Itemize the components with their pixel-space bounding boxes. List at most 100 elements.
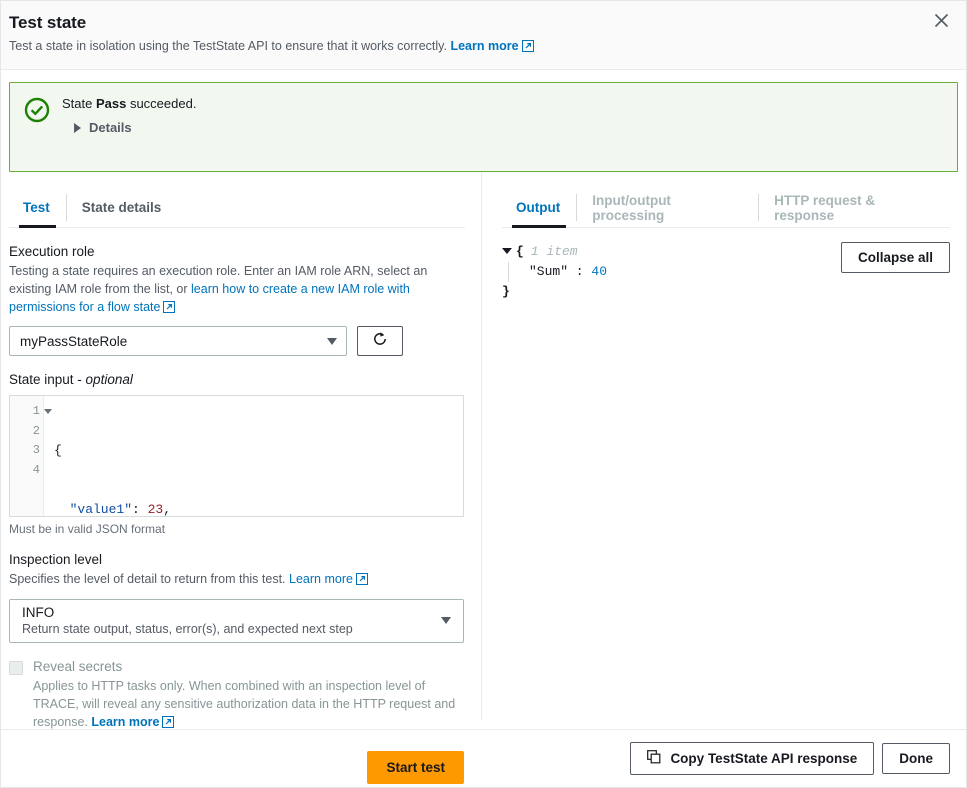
start-test-row: Start test — [9, 751, 464, 784]
gutter-line: 1 — [10, 402, 43, 422]
copy-testsate-api-response-button[interactable]: Copy TestState API response — [630, 742, 874, 775]
output-content: { 1 item "Sum" : 40 } Collapse all — [502, 242, 950, 302]
external-link-icon — [356, 572, 368, 590]
inspection-level-selected: INFO Return state output, status, error(… — [22, 605, 353, 636]
gutter-line: 2 — [10, 422, 43, 442]
code-line: { — [54, 441, 463, 461]
details-expander[interactable]: Details — [74, 120, 196, 135]
header-subtitle: Test a state in isolation using the Test… — [9, 39, 950, 55]
inspection-level-select[interactable]: INFO Return state output, status, error(… — [9, 599, 464, 643]
state-input-field: State input - optional 1 2 3 4 { "value1… — [9, 372, 465, 536]
reveal-secrets-checkbox[interactable] — [9, 661, 23, 675]
editor-gutter: 1 2 3 4 — [10, 396, 44, 516]
gutter-line-number: 2 — [33, 424, 40, 438]
header-learn-more-link[interactable]: Learn more — [450, 39, 518, 53]
json-item-count: 1 item — [531, 242, 578, 262]
tab-http-request-response[interactable]: HTTP request & response — [758, 188, 950, 227]
page-title: Test state — [9, 13, 950, 33]
inspection-level-selected-description: Return state output, status, error(s), a… — [22, 622, 353, 636]
external-link-icon — [522, 40, 534, 55]
test-state-modal: Test state Test a state in isolation usi… — [0, 0, 967, 788]
status-message-prefix: State — [62, 96, 96, 111]
inspection-level-description: Specifies the level of detail to return … — [9, 570, 465, 590]
code-token: "value1" — [54, 502, 132, 517]
state-input-label: State input - optional — [9, 372, 465, 387]
state-input-optional-tag: optional — [86, 372, 133, 387]
content-columns: Test State details Execution role Testin… — [1, 172, 966, 720]
editor-code-area[interactable]: { "value1": 23, "value2": 17 } — [44, 396, 463, 516]
success-circle-check-icon — [24, 96, 50, 157]
collapse-all-wrap: Collapse all — [841, 242, 950, 302]
done-button[interactable]: Done — [882, 743, 950, 774]
inspection-level-learn-more-link[interactable]: Learn more — [289, 572, 353, 586]
reveal-secrets-description: Applies to HTTP tasks only. When combine… — [33, 677, 463, 733]
execution-role-select[interactable]: myPassStateRole — [9, 326, 347, 356]
external-link-icon — [163, 300, 175, 318]
copy-icon — [647, 750, 661, 767]
state-input-editor[interactable]: 1 2 3 4 { "value1": 23, "value2": 17 } — [9, 395, 464, 517]
tab-state-details-label: State details — [82, 200, 162, 215]
output-json-tree: { 1 item "Sum" : 40 } — [502, 242, 607, 302]
tab-state-details[interactable]: State details — [66, 188, 178, 227]
json-open-brace: { — [516, 242, 524, 262]
code-token: 23 — [148, 502, 164, 517]
inspection-level-description-text: Specifies the level of detail to return … — [9, 572, 286, 586]
fold-arrow-icon[interactable] — [44, 409, 52, 414]
details-expander-label: Details — [89, 120, 132, 135]
chevron-down-icon — [441, 617, 451, 624]
tab-test[interactable]: Test — [9, 188, 66, 227]
reveal-secrets-learn-more-link[interactable]: Learn more — [91, 715, 159, 729]
copy-button-label: Copy TestState API response — [670, 751, 857, 766]
collapse-all-button[interactable]: Collapse all — [841, 242, 950, 273]
refresh-icon — [372, 331, 388, 352]
right-tab-bar: Output Input/output processing HTTP requ… — [502, 188, 950, 228]
tab-input-output-processing[interactable]: Input/output processing — [576, 188, 758, 227]
json-entry-key: "Sum" — [529, 264, 568, 279]
execution-role-description: Testing a state requires an execution ro… — [9, 262, 465, 318]
tab-test-label: Test — [23, 200, 50, 215]
start-test-button[interactable]: Start test — [367, 751, 464, 784]
inspection-level-label: Inspection level — [9, 552, 465, 567]
gutter-line: 3 — [10, 441, 43, 461]
tab-input-output-processing-label: Input/output processing — [592, 193, 742, 223]
close-icon — [934, 13, 949, 31]
reveal-secrets-field: Reveal secrets Applies to HTTP tasks onl… — [9, 659, 465, 733]
status-message-suffix: succeeded. — [126, 96, 196, 111]
code-token: , — [163, 502, 171, 517]
status-banner-message: State Pass succeeded. — [62, 96, 196, 111]
reveal-secrets-label: Reveal secrets — [33, 659, 463, 674]
gutter-line-number: 3 — [33, 443, 40, 457]
json-root-row: { 1 item — [502, 242, 607, 262]
execution-role-controls: myPassStateRole — [9, 326, 465, 356]
code-token: { — [54, 443, 62, 458]
status-banner-content: State Pass succeeded. Details — [62, 96, 196, 157]
code-line: "value1": 23, — [54, 500, 463, 518]
inspection-level-selected-value: INFO — [22, 605, 353, 620]
modal-header: Test state Test a state in isolation usi… — [1, 1, 966, 70]
json-close-brace: } — [502, 282, 607, 302]
execution-role-field: Execution role Testing a state requires … — [9, 244, 465, 356]
tab-http-request-response-label: HTTP request & response — [774, 193, 934, 223]
refresh-roles-button[interactable] — [357, 326, 403, 356]
left-panel: Test State details Execution role Testin… — [1, 172, 481, 720]
left-tab-bar: Test State details — [9, 188, 465, 228]
gutter-line-number: 4 — [33, 463, 40, 477]
collapse-triangle-icon[interactable] — [502, 248, 512, 254]
tab-output[interactable]: Output — [502, 188, 576, 227]
json-entry-separator: : — [568, 264, 591, 279]
tab-output-label: Output — [516, 200, 560, 215]
status-message-state-name: Pass — [96, 96, 126, 111]
json-entry-value: 40 — [591, 264, 607, 279]
gutter-line-number: 1 — [33, 404, 40, 418]
right-panel: Output Input/output processing HTTP requ… — [481, 172, 966, 720]
inspection-level-field: Inspection level Specifies the level of … — [9, 552, 465, 642]
close-button[interactable] — [926, 7, 956, 37]
json-children: "Sum" : 40 — [508, 262, 607, 282]
chevron-down-icon — [327, 338, 337, 345]
header-subtitle-text: Test a state in isolation using the Test… — [9, 39, 447, 53]
reveal-secrets-text: Reveal secrets Applies to HTTP tasks onl… — [33, 659, 463, 733]
external-link-icon — [162, 715, 174, 733]
modal-body: State Pass succeeded. Details Test State… — [1, 70, 966, 729]
execution-role-selected-value: myPassStateRole — [20, 334, 127, 349]
status-banner: State Pass succeeded. Details — [9, 82, 958, 172]
